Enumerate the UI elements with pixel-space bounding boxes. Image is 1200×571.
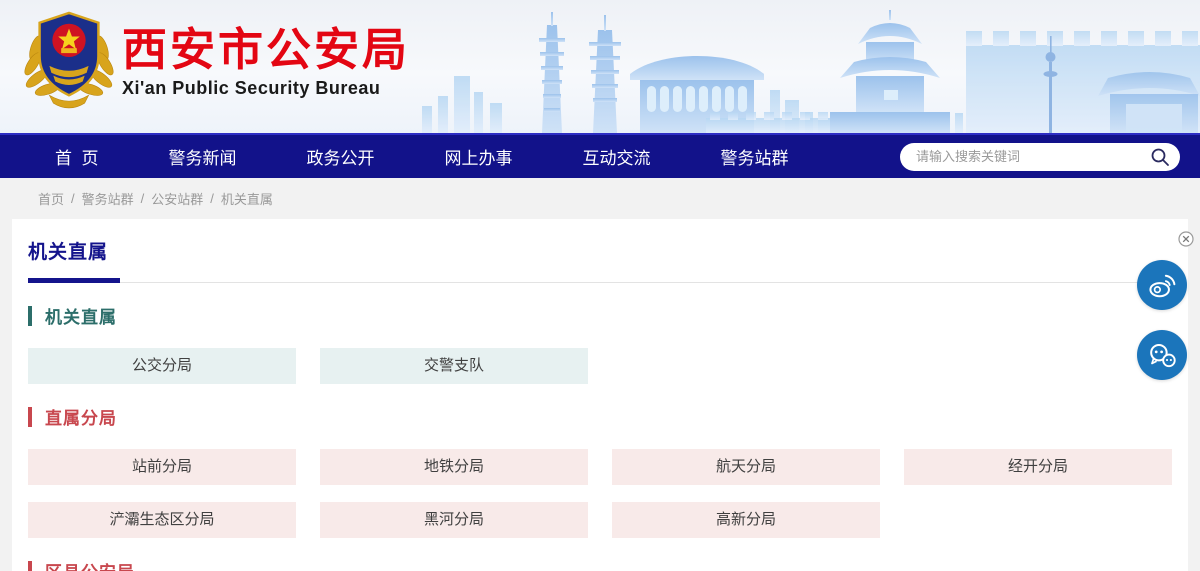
search-button[interactable] — [1150, 147, 1170, 167]
breadcrumb: 首页 / 警务站群 / 公安站群 / 机关直属 — [0, 178, 1200, 219]
site-title: 西安市公安局 — [122, 25, 410, 75]
police-badge-logo — [20, 6, 118, 110]
org-link-button[interactable]: 高新分局 — [612, 502, 880, 538]
org-button-grid: 站前分局地铁分局航天分局经开分局浐灞生态区分局黑河分局高新分局 — [28, 449, 1172, 538]
org-link-button[interactable]: 浐灞生态区分局 — [28, 502, 296, 538]
tab-underline-track — [28, 278, 1172, 283]
section-title: 区县公安局 — [45, 558, 135, 571]
nav-item[interactable]: 政务公开 — [306, 144, 374, 169]
org-section: 机关直属 公交分局交警支队 — [28, 303, 1172, 384]
breadcrumb-link[interactable]: 首页 — [38, 189, 64, 208]
close-icon — [1178, 231, 1194, 247]
weibo-share-button[interactable] — [1137, 260, 1187, 310]
wechat-share-button[interactable] — [1137, 330, 1187, 380]
org-link-button[interactable]: 航天分局 — [612, 449, 880, 485]
main-nav: 首 页 警务新闻 政务公开 网上办事 互动交流 警务站群 — [0, 133, 1200, 178]
nav-item[interactable]: 首 页 — [55, 144, 98, 169]
section-accent-bar — [28, 407, 32, 427]
wechat-icon — [1145, 338, 1179, 372]
nav-item[interactable]: 网上办事 — [444, 144, 512, 169]
close-float-widgets-button[interactable] — [1178, 231, 1194, 247]
org-link-button[interactable]: 地铁分局 — [320, 449, 588, 485]
nav-menu: 首 页 警务新闻 政务公开 网上办事 互动交流 警务站群 — [0, 144, 788, 169]
breadcrumb-link[interactable]: 警务站群 — [82, 189, 134, 208]
sections-container: 机关直属 公交分局交警支队 直属分局 站前分局地铁分局航天分局经开分局浐灞生态区… — [28, 303, 1172, 571]
org-button-grid: 公交分局交警支队 — [28, 348, 1172, 384]
section-header: 机关直属 — [28, 303, 1172, 328]
brand[interactable]: 西安市公安局 Xi'an Public Security Bureau — [20, 6, 410, 110]
nav-item[interactable]: 警务新闻 — [168, 144, 236, 169]
section-header: 区县公安局 — [28, 558, 1172, 571]
search-icon — [1150, 147, 1170, 167]
org-link-button[interactable]: 站前分局 — [28, 449, 296, 485]
weibo-icon — [1145, 268, 1179, 302]
search-input[interactable] — [916, 149, 1150, 164]
page-title: 机关直属 — [28, 235, 1172, 264]
section-accent-bar — [28, 561, 32, 571]
org-link-button[interactable]: 经开分局 — [904, 449, 1172, 485]
org-section: 区县公安局 — [28, 558, 1172, 571]
org-section: 直属分局 站前分局地铁分局航天分局经开分局浐灞生态区分局黑河分局高新分局 — [28, 404, 1172, 538]
breadcrumb-link[interactable]: 公安站群 — [151, 189, 203, 208]
site-header: 西安市公安局 Xi'an Public Security Bureau — [0, 0, 1200, 133]
breadcrumb-link[interactable]: 机关直属 — [221, 189, 273, 208]
breadcrumb-separator: / — [210, 191, 214, 206]
search-box — [900, 143, 1180, 171]
section-header: 直属分局 — [28, 404, 1172, 429]
nav-item[interactable]: 警务站群 — [720, 144, 788, 169]
nav-item[interactable]: 互动交流 — [582, 144, 650, 169]
content-card: 机关直属 机关直属 公交分局交警支队 直属分局 站前分局地铁分局航天分局经开分局… — [12, 219, 1188, 571]
section-title: 直属分局 — [45, 404, 117, 429]
section-title: 机关直属 — [45, 303, 117, 328]
breadcrumb-separator: / — [141, 191, 145, 206]
org-link-button[interactable]: 黑河分局 — [320, 502, 588, 538]
site-subtitle: Xi'an Public Security Bureau — [122, 78, 410, 99]
org-link-button[interactable]: 交警支队 — [320, 348, 588, 384]
section-accent-bar — [28, 306, 32, 326]
tab-underline — [28, 278, 120, 283]
org-link-button[interactable]: 公交分局 — [28, 348, 296, 384]
xian-skyline-illustration — [410, 0, 1200, 133]
breadcrumb-separator: / — [71, 191, 75, 206]
